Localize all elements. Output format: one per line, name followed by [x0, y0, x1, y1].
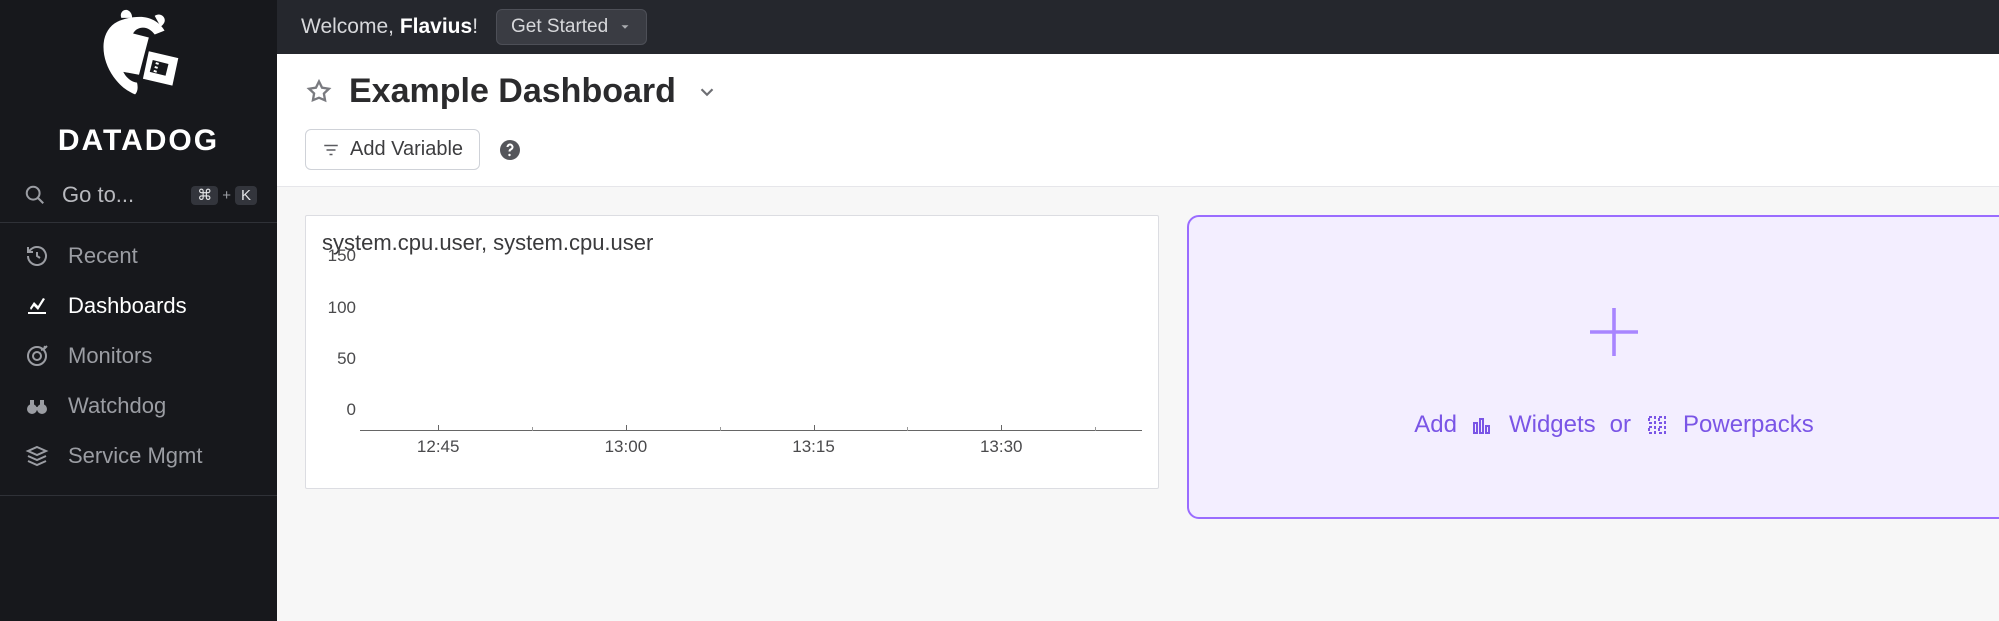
- get-started-label: Get Started: [511, 16, 608, 38]
- sidebar-item-monitors[interactable]: Monitors: [0, 331, 277, 381]
- datadog-logo-icon: [80, 8, 198, 118]
- question-circle-icon: [498, 138, 522, 162]
- goto-label: Go to...: [62, 182, 191, 208]
- filter-icon: [322, 141, 340, 159]
- x-tick-label: 13:00: [605, 437, 648, 457]
- widget-title: system.cpu.user, system.cpu.user: [306, 216, 1158, 266]
- sidebar-item-recent[interactable]: Recent: [0, 231, 277, 281]
- x-tick-label: 13:30: [980, 437, 1023, 457]
- goto-search[interactable]: Go to... ⌘ + K: [0, 170, 277, 223]
- welcome-suffix: !: [472, 15, 478, 38]
- powerpacks-label: Powerpacks: [1683, 411, 1814, 439]
- dashboard-icon: [24, 294, 50, 318]
- kbd-k: K: [235, 186, 257, 205]
- sidebar-item-service-mgmt[interactable]: Service Mgmt: [0, 431, 277, 481]
- caret-down-icon: [618, 20, 632, 34]
- or-label: or: [1610, 411, 1631, 439]
- dashboard-title: Example Dashboard: [349, 72, 676, 111]
- widgets-label: Widgets: [1509, 411, 1596, 439]
- stack-icon: [24, 444, 50, 468]
- sidebar-item-label: Service Mgmt: [68, 443, 202, 469]
- add-widget-card[interactable]: Add Widgets or Powerpacks: [1187, 215, 1999, 519]
- dashboard-content: system.cpu.user, system.cpu.user 0 50 100 1…: [277, 187, 1999, 547]
- keyboard-shortcut: ⌘ + K: [191, 186, 257, 205]
- favorite-star-button[interactable]: [305, 78, 333, 106]
- sidebar-item-watchdog[interactable]: Watchdog: [0, 381, 277, 431]
- brand-logo[interactable]: DATADOG: [0, 0, 277, 170]
- x-tick-label: 13:15: [792, 437, 835, 457]
- sidebar-item-label: Dashboards: [68, 293, 187, 319]
- binoculars-icon: [24, 394, 50, 418]
- sidebar-item-label: Recent: [68, 243, 138, 269]
- kbd-cmd: ⌘: [191, 186, 218, 205]
- sidebar: DATADOG Go to... ⌘ + K Recent: [0, 0, 277, 621]
- sidebar-nav: Recent Dashboards Monitors: [0, 223, 277, 489]
- add-variable-label: Add Variable: [350, 138, 463, 161]
- y-tick-label: 0: [316, 400, 356, 420]
- y-tick-label: 50: [316, 349, 356, 369]
- page-header: Example Dashboard Add Variable: [277, 54, 1999, 187]
- target-icon: [24, 344, 50, 368]
- get-started-button[interactable]: Get Started: [496, 9, 647, 45]
- add-variable-button[interactable]: Add Variable: [305, 129, 480, 170]
- plus-icon: [1578, 296, 1650, 373]
- sidebar-item-dashboards[interactable]: Dashboards: [0, 281, 277, 331]
- add-label: Add: [1414, 411, 1457, 439]
- welcome-prefix: Welcome,: [301, 15, 400, 38]
- topbar: Welcome, Flavius! Get Started: [277, 0, 1999, 54]
- add-widget-text: Add Widgets or Powerpacks: [1414, 411, 1813, 439]
- main-area: Welcome, Flavius! Get Started Example Da…: [277, 0, 1999, 621]
- timeseries-chart: 050100150 12:4513:0013:1513:30: [306, 266, 1158, 488]
- help-button[interactable]: [498, 138, 522, 162]
- dashboard-title-menu-button[interactable]: [696, 81, 718, 103]
- kbd-plus: +: [222, 187, 231, 204]
- welcome-text: Welcome, Flavius!: [301, 15, 478, 39]
- timeseries-widget[interactable]: system.cpu.user, system.cpu.user 0 50 100 1…: [305, 215, 1159, 489]
- widgets-icon: [1471, 413, 1495, 437]
- y-tick-label: 100: [316, 298, 356, 318]
- brand-name: DATADOG: [58, 124, 219, 158]
- sidebar-item-label: Monitors: [68, 343, 152, 369]
- sidebar-item-label: Watchdog: [68, 393, 166, 419]
- x-tick-label: 12:45: [417, 437, 460, 457]
- welcome-user: Flavius: [400, 15, 472, 38]
- history-icon: [24, 244, 50, 268]
- y-tick-label: 150: [316, 246, 356, 266]
- search-icon: [24, 184, 46, 206]
- powerpacks-icon: [1645, 413, 1669, 437]
